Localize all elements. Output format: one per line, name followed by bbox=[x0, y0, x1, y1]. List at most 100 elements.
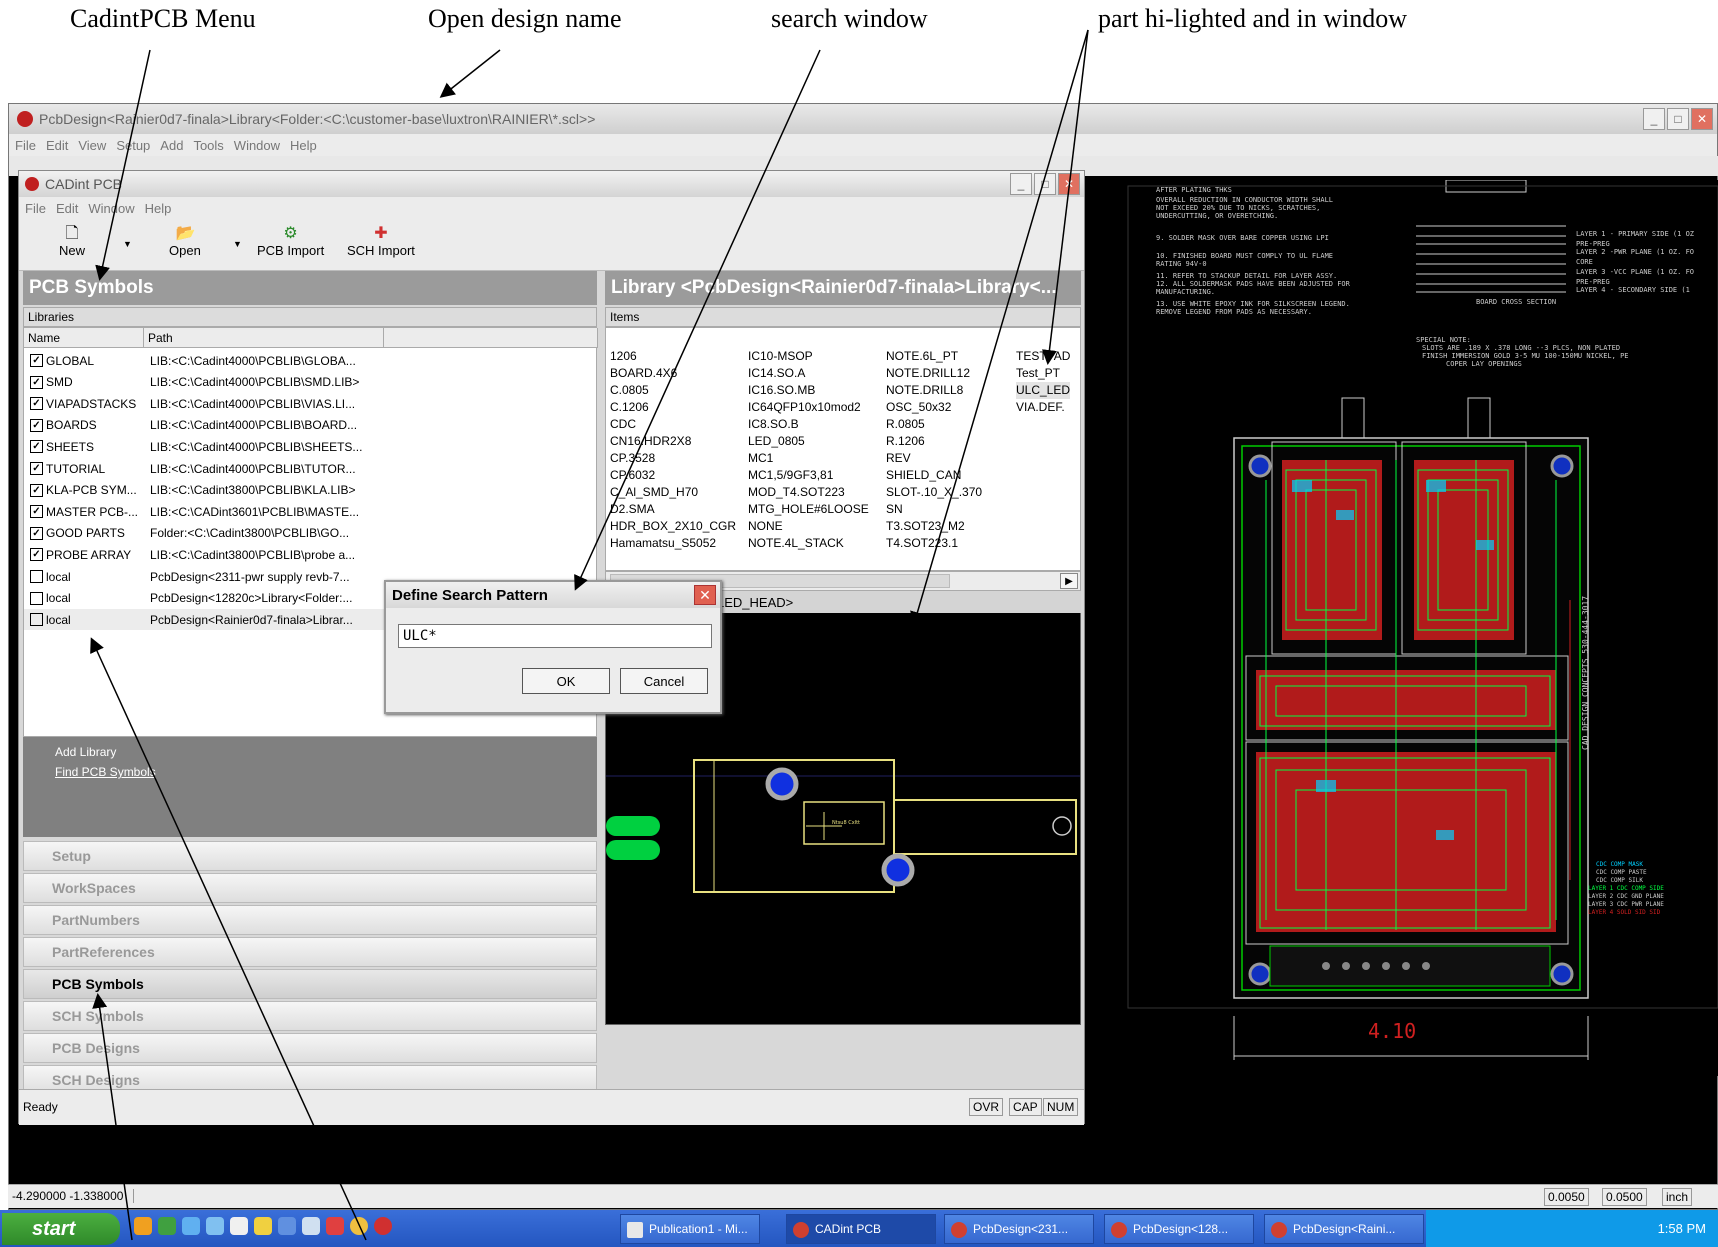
taskbar-cadint-pcb[interactable]: CADint PCB bbox=[786, 1214, 936, 1244]
library-checkbox[interactable]: ✓ bbox=[30, 397, 43, 411]
quick-launch-icon-4[interactable] bbox=[206, 1217, 224, 1235]
item-entry[interactable]: SLOT-.10_X_.370 bbox=[886, 484, 982, 501]
item-entry[interactable]: TESTPAD bbox=[1016, 348, 1070, 365]
nav-workspaces[interactable]: WorkSpaces bbox=[23, 873, 597, 903]
menu-setup[interactable]: Setup bbox=[116, 138, 150, 153]
scroll-right-icon[interactable]: ▶ bbox=[1060, 573, 1078, 589]
item-entry[interactable]: BOARD.4X6 bbox=[610, 365, 736, 382]
open-dropdown-icon[interactable]: ▼ bbox=[233, 239, 242, 249]
item-entry[interactable]: Hamamatsu_S5052 bbox=[610, 535, 736, 552]
sch-import-button[interactable]: ✚ SCH Import bbox=[347, 225, 415, 258]
library-row[interactable]: ✓ BOARDS LIB:<C:\Cadint4000\PCBLIB\BOARD..… bbox=[24, 415, 598, 436]
item-entry[interactable]: R.0805 bbox=[886, 416, 982, 433]
nav-pcb-symbols[interactable]: PCB Symbols bbox=[23, 969, 597, 999]
library-checkbox[interactable] bbox=[30, 613, 43, 627]
item-entry[interactable]: REV bbox=[886, 450, 982, 467]
quick-launch-icon-11[interactable] bbox=[374, 1217, 392, 1235]
item-entry[interactable]: HDR_BOX_2X10_CGR bbox=[610, 518, 736, 535]
item-entry[interactable]: IC64QFP10x10mod2 bbox=[748, 399, 869, 416]
library-checkbox[interactable]: ✓ bbox=[30, 462, 43, 475]
library-row[interactable]: ✓ SMD LIB:<C:\Cadint4000\PCBLIB\SMD.LIB> bbox=[24, 372, 598, 393]
nav-partnumbers[interactable]: PartNumbers bbox=[23, 905, 597, 935]
quick-launch-icon-8[interactable] bbox=[302, 1217, 320, 1235]
item-entry[interactable]: IC8.SO.B bbox=[748, 416, 869, 433]
item-entry[interactable]: NOTE.DRILL8 bbox=[886, 382, 982, 399]
inner-maximize-button[interactable]: □ bbox=[1034, 173, 1056, 195]
menu-window[interactable]: Window bbox=[234, 138, 280, 153]
item-entry[interactable]: CP.3528 bbox=[610, 450, 736, 467]
item-entry[interactable]: Test_PT bbox=[1016, 365, 1070, 382]
item-entry[interactable]: MC1,5/9GF3,81 bbox=[748, 467, 869, 484]
item-entry[interactable]: OSC_50x32 bbox=[886, 399, 982, 416]
dialog-close-icon[interactable]: ✕ bbox=[694, 585, 716, 605]
pcb-canvas[interactable]: AFTER PLATING THKS OVERALL REDUCTION IN … bbox=[1096, 180, 1718, 1076]
item-entry[interactable]: LED_0805 bbox=[748, 433, 869, 450]
inner-minimize-button[interactable]: _ bbox=[1010, 173, 1032, 195]
new-dropdown-icon[interactable]: ▼ bbox=[123, 239, 132, 249]
item-entry[interactable]: R.1206 bbox=[886, 433, 982, 450]
item-entry[interactable]: MOD_T4.SOT223 bbox=[748, 484, 869, 501]
quick-launch-icon-6[interactable] bbox=[254, 1217, 272, 1235]
library-checkbox[interactable]: ✓ bbox=[30, 483, 43, 497]
inner-close-button[interactable]: ✕ bbox=[1058, 173, 1080, 195]
quick-launch-icon-5[interactable] bbox=[230, 1217, 248, 1235]
menu-help[interactable]: Help bbox=[290, 138, 317, 153]
taskbar-pcbdesign-231[interactable]: PcbDesign<231... bbox=[944, 1214, 1094, 1244]
search-pattern-input[interactable]: ULC* bbox=[398, 624, 712, 648]
nav-partreferences[interactable]: PartReferences bbox=[23, 937, 597, 967]
library-checkbox[interactable]: ✓ bbox=[30, 505, 43, 519]
item-entry[interactable]: C.0805 bbox=[610, 382, 736, 399]
library-row[interactable]: ✓ TUTORIAL LIB:<C:\Cadint4000\PCBLIB\TUTOR… bbox=[24, 458, 598, 479]
library-checkbox[interactable]: ✓ bbox=[30, 526, 43, 540]
item-entry[interactable]: CN16.HDR2X8 bbox=[610, 433, 736, 450]
inner-menu-help[interactable]: Help bbox=[145, 201, 172, 216]
item-entry[interactable]: IC14.SO.A bbox=[748, 365, 869, 382]
nav-pcb-designs[interactable]: PCB Designs bbox=[23, 1033, 597, 1063]
item-entry[interactable]: NONE bbox=[748, 518, 869, 535]
item-entry[interactable]: SHIELD_CAN bbox=[886, 467, 982, 484]
library-row[interactable]: ✓ GOOD PARTS Folder:<C:\Cadint3800\PCBLIB\… bbox=[24, 523, 598, 544]
quick-launch-icon-1[interactable] bbox=[134, 1217, 152, 1235]
library-checkbox[interactable] bbox=[30, 570, 43, 583]
col-header-name[interactable]: Name bbox=[24, 328, 144, 348]
item-entry[interactable]: C_Al_SMD_H70 bbox=[610, 484, 736, 501]
item-entry[interactable]: T3.SOT23_M2 bbox=[886, 518, 982, 535]
item-entry[interactable]: NOTE.6L_PT bbox=[886, 348, 982, 365]
inner-menu-file[interactable]: File bbox=[25, 201, 46, 216]
menu-view[interactable]: View bbox=[78, 138, 106, 153]
inner-menu-window[interactable]: Window bbox=[88, 201, 134, 216]
library-row[interactable]: ✓ GLOBAL LIB:<C:\Cadint4000\PCBLIB\GLOBA..… bbox=[24, 350, 598, 371]
menu-add[interactable]: Add bbox=[160, 138, 183, 153]
nav-sch-symbols[interactable]: SCH Symbols bbox=[23, 1001, 597, 1031]
close-button[interactable]: ✕ bbox=[1691, 108, 1713, 130]
item-entry[interactable]: C.1206 bbox=[610, 399, 736, 416]
item-entry[interactable]: ULC_LED bbox=[1016, 382, 1071, 399]
item-entry[interactable]: T4.SOT223.1 bbox=[886, 535, 982, 552]
item-entry[interactable]: 1206 bbox=[610, 348, 736, 365]
quick-launch-icon-3[interactable] bbox=[182, 1217, 200, 1235]
library-row[interactable]: ✓ VIAPADSTACKS LIB:<C:\Cadint4000\PCBLIB\V… bbox=[24, 393, 598, 414]
library-checkbox[interactable]: ✓ bbox=[30, 418, 43, 432]
library-checkbox[interactable] bbox=[30, 591, 43, 605]
library-checkbox[interactable]: ✓ bbox=[30, 375, 43, 389]
cancel-button[interactable]: Cancel bbox=[620, 668, 708, 694]
taskbar-pcbdesign-raini[interactable]: PcbDesign<Raini... bbox=[1264, 1214, 1424, 1244]
pcb-import-button[interactable]: ⚙ PCB Import bbox=[257, 225, 324, 258]
item-entry[interactable]: NOTE.DRILL12 bbox=[886, 365, 982, 382]
library-checkbox[interactable]: ✓ bbox=[30, 354, 43, 367]
item-entry[interactable]: CDC bbox=[610, 416, 736, 433]
library-row[interactable]: ✓ KLA-PCB SYM... LIB:<C:\Cadint3800\PCBLIB… bbox=[24, 480, 598, 501]
quick-launch-icon-2[interactable] bbox=[158, 1217, 176, 1235]
item-entry[interactable]: IC10-MSOP bbox=[748, 348, 869, 365]
taskbar-pcbdesign-128[interactable]: PcbDesign<128... bbox=[1104, 1214, 1254, 1244]
find-pcb-symbols-link[interactable]: Find PCB Symbols bbox=[55, 765, 156, 779]
library-row[interactable]: ✓ SHEETS LIB:<C:\Cadint4000\PCBLIB\SHEETS.… bbox=[24, 436, 598, 457]
item-entry[interactable]: NOTE.4L_STACK bbox=[748, 535, 869, 552]
nav-setup[interactable]: Setup bbox=[23, 841, 597, 871]
minimize-button[interactable]: _ bbox=[1643, 108, 1665, 130]
start-button[interactable]: start bbox=[2, 1213, 120, 1245]
menu-file[interactable]: File bbox=[15, 138, 36, 153]
library-checkbox[interactable]: ✓ bbox=[30, 440, 43, 454]
menu-tools[interactable]: Tools bbox=[193, 138, 223, 153]
inner-menu-edit[interactable]: Edit bbox=[56, 201, 78, 216]
